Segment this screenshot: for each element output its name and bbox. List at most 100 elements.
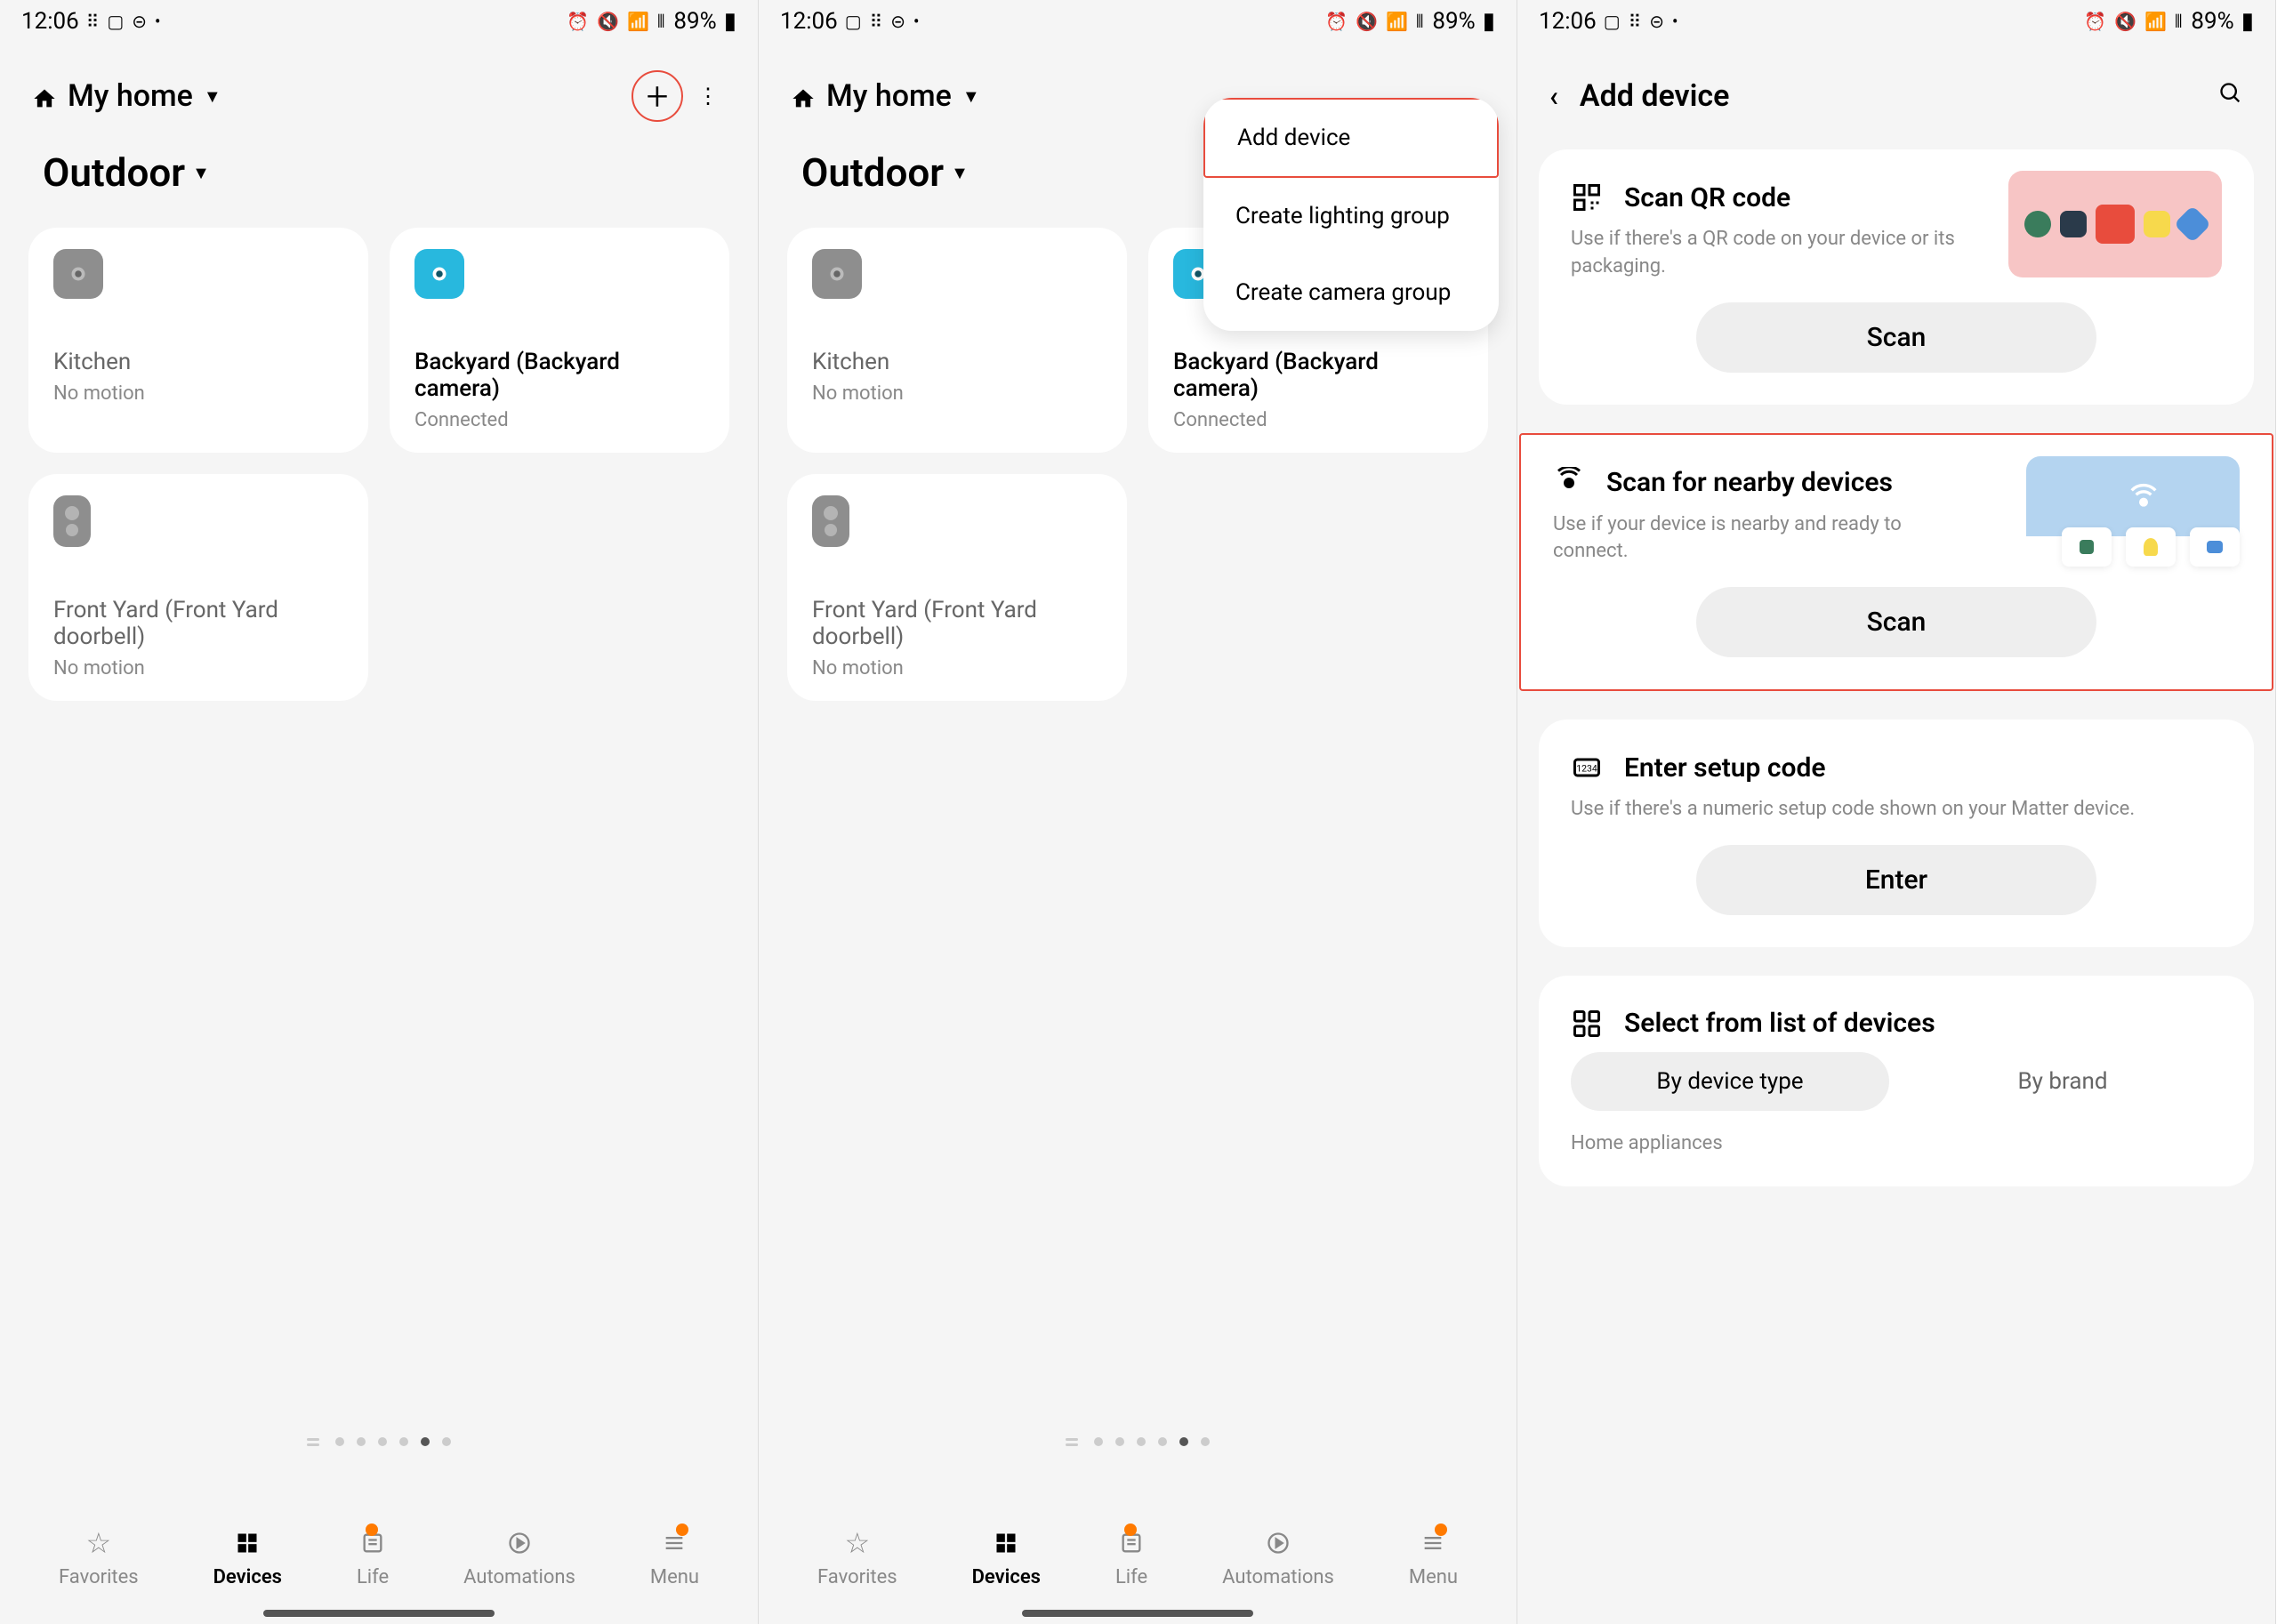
device-status: No motion [53, 382, 343, 405]
screen-home-menu: 12:06 ▢ ⠿ ⊝ • ⏰ 🔇 📶 ⫴ 89% ▮ My home ▼ Ou… [759, 0, 1517, 1624]
enter-code-button[interactable]: Enter [1696, 845, 2096, 915]
screen-home: 12:06 ⠿ ▢ ⊝ • ⏰ 🔇 📶 ⫴ 89% ▮ My home ▼ + … [0, 0, 759, 1624]
device-name: Kitchen [812, 349, 1102, 375]
star-icon: ☆ [83, 1527, 115, 1559]
device-card-kitchen[interactable]: Kitchen No motion [28, 228, 368, 453]
popup-camera-group[interactable]: Create camera group [1203, 254, 1499, 331]
card-select-list[interactable]: Select from list of devices By device ty… [1539, 976, 2254, 1186]
card-scan-qr[interactable]: Scan QR code Use if there's a QR code on… [1539, 149, 2254, 405]
device-card-backyard[interactable]: Backyard (Backyard camera) Connected [390, 228, 729, 453]
popup-lighting-group[interactable]: Create lighting group [1203, 178, 1499, 254]
notification-badge [1435, 1524, 1447, 1536]
status-left-icons: ⠿ ▢ ⊝ • [86, 11, 163, 32]
code-icon: 1234 [1571, 752, 1603, 784]
popup-add-device[interactable]: Add device [1203, 98, 1499, 178]
svg-text:1234: 1234 [1576, 763, 1597, 775]
play-icon [1262, 1527, 1294, 1559]
more-menu-button[interactable]: ⋮ [690, 84, 726, 109]
add-popup-menu: Add device Create lighting group Create … [1203, 98, 1499, 331]
status-battery: 89% [673, 8, 716, 35]
nearby-icon [1553, 467, 1585, 499]
card-title: Enter setup code [1624, 752, 1826, 784]
back-button[interactable]: ‹ [1549, 79, 1569, 113]
home-indicator[interactable] [263, 1610, 495, 1617]
card-desc: Use if there's a QR code on your device … [1571, 226, 1961, 281]
card-scan-nearby[interactable]: Scan for nearby devices Use if your devi… [1519, 433, 2273, 692]
device-name: Backyard (Backyard camera) [414, 349, 704, 402]
screen-add-device: 12:06 ▢ ⠿ ⊝ • ⏰ 🔇 📶 ⫴ 89% ▮ ‹ Add device… [1517, 0, 2276, 1624]
device-name: Front Yard (Front Yard doorbell) [812, 597, 1102, 650]
device-name: Kitchen [53, 349, 343, 375]
nearby-illustration [2026, 456, 2240, 567]
device-name: Front Yard (Front Yard doorbell) [53, 597, 343, 650]
nav-favorites[interactable]: ☆ Favorites [59, 1527, 139, 1588]
notification-badge [676, 1524, 688, 1536]
card-desc: Use if your device is nearby and ready t… [1553, 511, 1965, 567]
device-status: No motion [812, 657, 1102, 679]
camera-icon [53, 249, 103, 299]
nav-favorites[interactable]: ☆ Favorites [817, 1527, 897, 1588]
device-grid: Kitchen No motion Backyard (Backyard cam… [0, 228, 758, 701]
add-button[interactable]: + [632, 70, 683, 122]
search-button[interactable] [2218, 81, 2243, 112]
room-selector[interactable]: Outdoor ▼ [0, 149, 758, 228]
dropdown-arrow-icon: ▼ [204, 85, 221, 108]
nav-devices[interactable]: Devices [213, 1527, 282, 1588]
nav-automations[interactable]: Automations [463, 1527, 575, 1588]
nav-menu[interactable]: Menu [1409, 1527, 1458, 1588]
grid-icon [990, 1527, 1022, 1559]
device-card-frontyard[interactable]: Front Yard (Front Yard doorbell) No moti… [787, 474, 1127, 701]
dropdown-arrow-icon: ▼ [192, 162, 210, 184]
pagination[interactable] [1066, 1437, 1210, 1446]
nav-devices[interactable]: Devices [972, 1527, 1041, 1588]
status-left-icons: ▢ ⠿ ⊝ • [845, 11, 921, 32]
nav-menu[interactable]: Menu [650, 1527, 699, 1588]
status-battery: 89% [1432, 8, 1475, 35]
home-title-text: My home [826, 78, 952, 114]
card-title: Select from list of devices [1624, 1008, 1935, 1039]
status-right-icons: ⏰ 🔇 📶 ⫴ [567, 11, 666, 32]
room-name: Outdoor [801, 149, 944, 196]
list-icon [1571, 1008, 1603, 1040]
home-icon [32, 84, 57, 109]
status-battery: 89% [2191, 8, 2233, 35]
battery-icon: ▮ [724, 8, 736, 35]
device-status: Connected [1173, 409, 1463, 431]
card-desc: Use if there's a numeric setup code show… [1571, 796, 2222, 824]
status-right-icons: ⏰ 🔇 📶 ⫴ [2084, 11, 2184, 32]
status-bar: 12:06 ⠿ ▢ ⊝ • ⏰ 🔇 📶 ⫴ 89% ▮ [0, 0, 758, 43]
status-bar: 12:06 ▢ ⠿ ⊝ • ⏰ 🔇 📶 ⫴ 89% ▮ [759, 0, 1517, 43]
bottom-nav: ☆ Favorites Devices Life Automations [0, 1527, 758, 1588]
device-card-kitchen[interactable]: Kitchen No motion [787, 228, 1127, 453]
home-indicator[interactable] [1022, 1610, 1253, 1617]
grid-icon [231, 1527, 263, 1559]
scan-qr-button[interactable]: Scan [1696, 302, 2096, 373]
plus-icon: + [647, 76, 669, 116]
nav-life[interactable]: Life [357, 1527, 389, 1588]
home-selector[interactable]: My home ▼ [791, 78, 980, 114]
nav-automations[interactable]: Automations [1222, 1527, 1334, 1588]
nav-life[interactable]: Life [1115, 1527, 1147, 1588]
by-brand-button[interactable]: By brand [1903, 1052, 2222, 1111]
play-icon [503, 1527, 535, 1559]
status-right-icons: ⏰ 🔇 📶 ⫴ [1325, 11, 1425, 32]
dropdown-arrow-icon: ▼ [962, 85, 980, 108]
home-title-text: My home [68, 78, 193, 114]
pagination[interactable] [307, 1437, 451, 1446]
device-card-frontyard[interactable]: Front Yard (Front Yard doorbell) No moti… [28, 474, 368, 701]
camera-icon [414, 249, 464, 299]
doorbell-icon [53, 495, 91, 547]
by-device-type-button[interactable]: By device type [1571, 1052, 1889, 1111]
add-device-content: Scan QR code Use if there's a QR code on… [1517, 149, 2275, 1186]
camera-icon [812, 249, 862, 299]
home-selector[interactable]: My home ▼ [32, 78, 221, 114]
qr-icon [1571, 181, 1603, 213]
doorbell-icon [812, 495, 849, 547]
qr-illustration [2008, 171, 2222, 277]
device-status: Connected [414, 409, 704, 431]
device-name: Backyard (Backyard camera) [1173, 349, 1463, 402]
star-icon: ☆ [841, 1527, 873, 1559]
card-setup-code[interactable]: 1234 Enter setup code Use if there's a n… [1539, 720, 2254, 947]
scan-nearby-button[interactable]: Scan [1696, 587, 2096, 657]
status-time: 12:06 [1539, 8, 1597, 35]
